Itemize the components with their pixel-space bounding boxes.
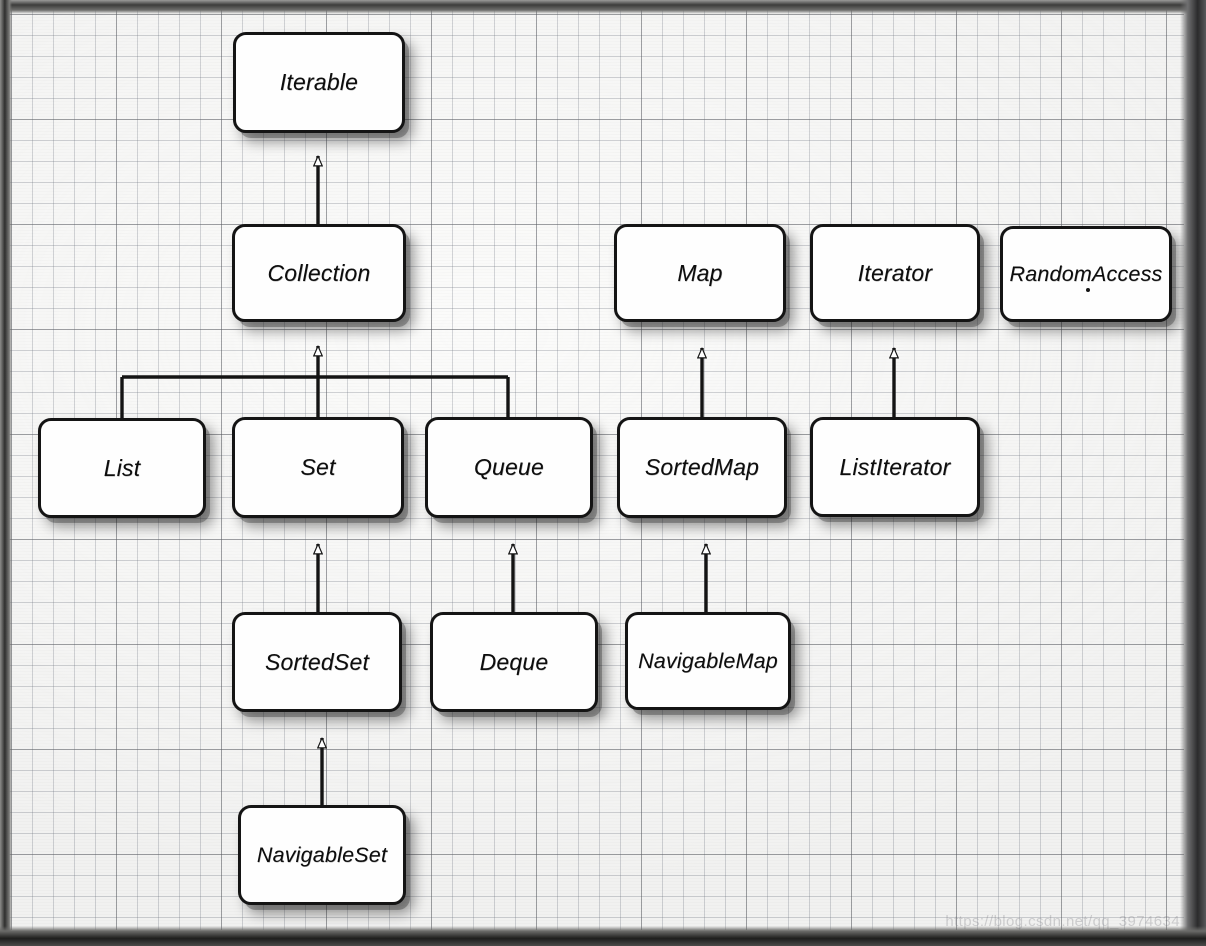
node-iterator[interactable]: Iterator [810, 224, 980, 322]
node-listiterator-label: ListIterator [839, 453, 951, 480]
node-map-label: Map [677, 259, 723, 286]
node-queue[interactable]: Queue [425, 417, 593, 518]
node-list-label: List [103, 454, 141, 481]
node-collection[interactable]: Collection [232, 224, 406, 322]
node-set[interactable]: Set [232, 417, 404, 518]
ink-speck [1086, 288, 1090, 293]
node-sortedset-label: SortedSet [264, 648, 370, 675]
node-navigablemap-label: NavigableMap [638, 648, 778, 673]
node-iterable-label: Iterable [279, 69, 359, 95]
node-navigableset[interactable]: NavigableSet [238, 805, 406, 905]
node-iterable[interactable]: Iterable [233, 32, 405, 133]
scanned-diagram-page: Iterable Collection Map Iterator RandomA… [0, 0, 1206, 946]
node-queue-label: Queue [473, 454, 545, 480]
node-iterator-label: Iterator [857, 259, 933, 286]
node-listiterator[interactable]: ListIterator [810, 417, 980, 517]
node-sortedmap[interactable]: SortedMap [617, 417, 787, 518]
node-deque[interactable]: Deque [430, 612, 598, 712]
node-randomaccess-label: RandomAccess [1009, 261, 1163, 286]
node-navigableset-label: NavigableSet [256, 842, 388, 867]
node-randomaccess[interactable]: RandomAccess [1000, 226, 1172, 322]
node-collection-label: Collection [267, 259, 371, 286]
node-sortedset[interactable]: SortedSet [232, 612, 402, 712]
node-sortedmap-label: SortedMap [644, 454, 760, 480]
node-list[interactable]: List [38, 418, 206, 518]
node-set-label: Set [300, 454, 336, 480]
node-navigablemap[interactable]: NavigableMap [625, 612, 791, 710]
node-deque-label: Deque [479, 648, 549, 675]
node-map[interactable]: Map [614, 224, 786, 322]
source-watermark: https://blog.csdn.net/qq_3974634 [945, 913, 1180, 930]
